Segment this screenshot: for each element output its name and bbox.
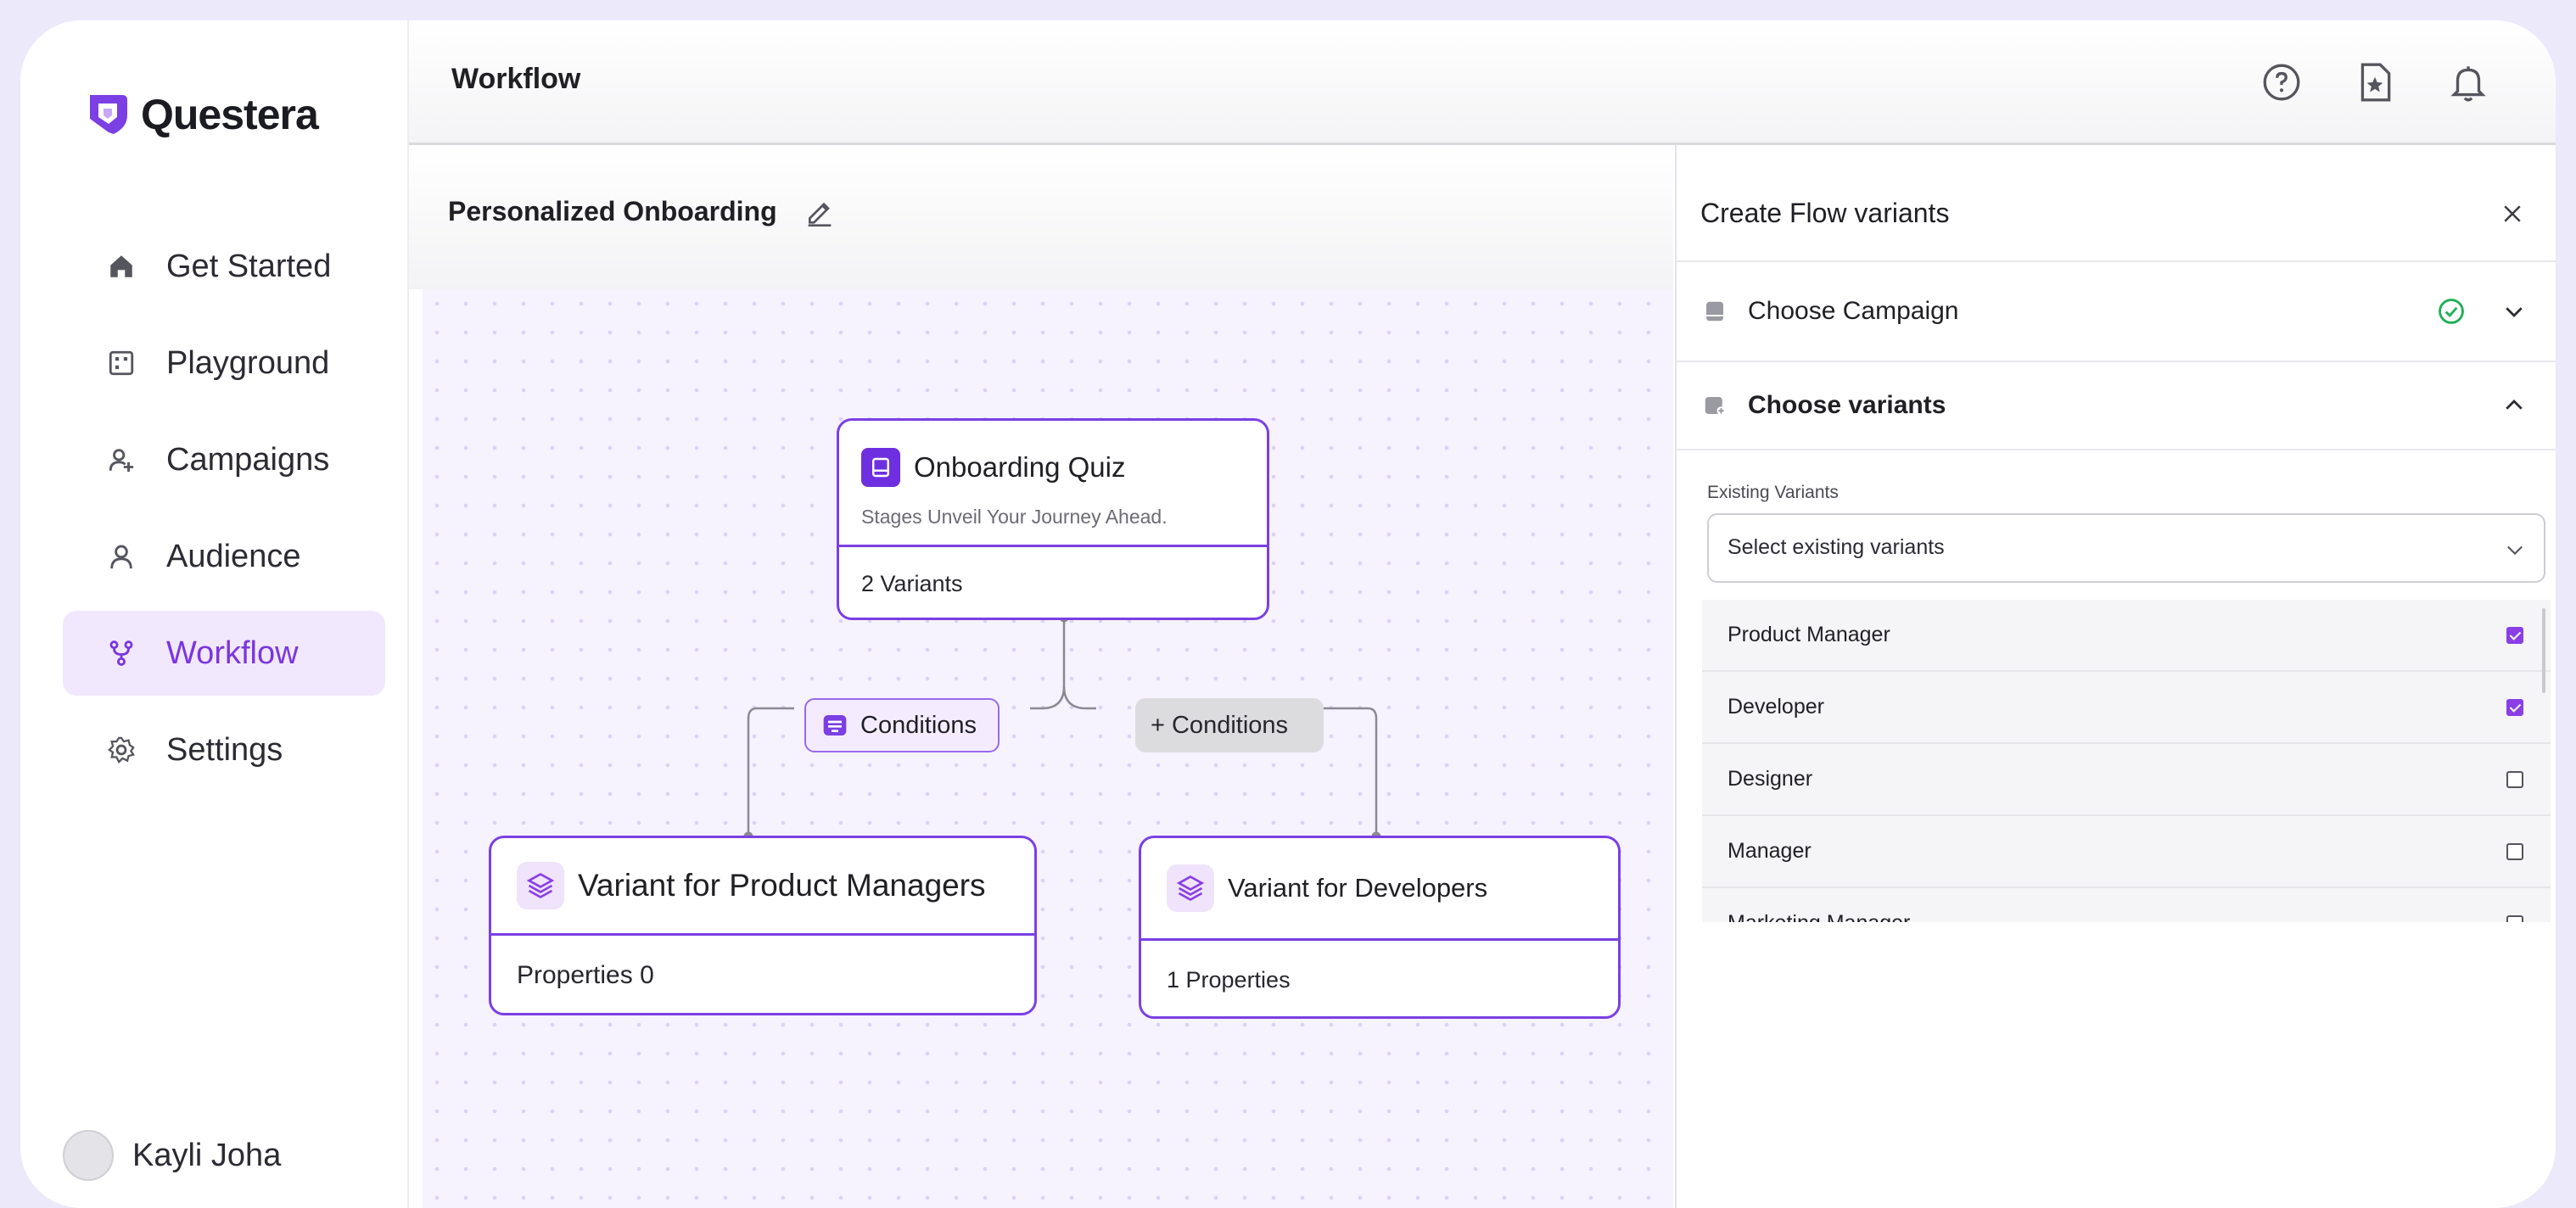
variant-option-product-manager[interactable]: Product Manager [1702,600,2551,672]
checkbox[interactable] [2506,914,2523,922]
sidebar-item-label: Audience [166,538,301,574]
sidebar-item-playground[interactable]: Playground [63,321,385,405]
node-properties: 1 Properties [1141,938,1618,1016]
workflow-icon [109,640,133,666]
app-window: Questera Get Started Playground Campaign… [20,20,2556,1208]
flow-title: Personalized Onboarding [448,196,777,226]
chevron-down-icon [2507,545,2523,556]
quiz-icon [861,448,900,487]
user-profile[interactable]: Kayli Joha [63,1130,281,1181]
sidebar-item-label: Campaigns [166,441,330,478]
select-placeholder: Select existing variants [1728,535,1945,559]
avatar [63,1130,114,1181]
variant-developers-node[interactable]: Variant for Developers 1 Properties [1139,836,1621,1019]
node-title: Variant for Developers [1228,873,1488,903]
document-star-icon[interactable] [2354,61,2396,103]
variant-option-developer[interactable]: Developer [1702,672,2551,744]
sidebar-item-label: Get Started [166,248,332,284]
app-name: Questera [141,91,319,138]
chevron-down-icon[interactable] [2501,299,2527,324]
bell-icon[interactable] [2447,61,2489,103]
conditions-button[interactable]: Conditions [804,698,1000,752]
section-label: Choose Campaign [1748,297,1959,325]
checkbox[interactable] [2506,698,2523,716]
node-properties: Properties 0 [491,933,1034,1013]
grid-icon [109,350,134,376]
option-label: Developer [1728,695,1824,719]
campaign-icon [1706,301,1723,322]
existing-variants-label: Existing Variants [1707,483,1839,502]
edit-icon[interactable] [803,194,837,228]
add-conditions-button[interactable]: + Conditions [1135,698,1324,752]
checkbox[interactable] [2506,842,2523,860]
sidebar-item-label: Playground [166,344,330,381]
sidebar-item-audience[interactable]: Audience [63,514,385,599]
section-label: Choose variants [1748,391,1946,419]
existing-variants-select[interactable]: Select existing variants [1707,513,2545,583]
sidebar-item-label: Workflow [166,635,299,671]
choose-variants-section[interactable]: Choose variants [1677,361,2556,450]
page-title: Workflow [451,63,581,95]
variant-options-list[interactable]: Product Manager Developer Designer Manag… [1702,600,2551,922]
node-title: Onboarding Quiz [914,451,1126,483]
sidebar-item-workflow[interactable]: Workflow [63,611,385,696]
checkbox[interactable] [2506,626,2523,644]
flow-header: Personalized Onboarding [409,145,1673,289]
sidebar-item-label: Settings [166,731,283,768]
gear-icon [108,736,136,764]
sidebar: Questera Get Started Playground Campaign… [20,20,409,1208]
option-label: Product Manager [1728,623,1890,646]
node-subtitle: Stages Unveil Your Journey Ahead. [861,506,1168,528]
logo[interactable]: Questera [88,90,319,139]
user-icon [110,545,132,569]
sidebar-item-settings[interactable]: Settings [63,707,385,792]
variant-product-managers-node[interactable]: Variant for Product Managers Properties … [489,836,1037,1015]
sidebar-item-get-started[interactable]: Get Started [63,224,385,309]
conditions-icon [823,715,847,735]
questera-logo-icon [90,95,127,134]
close-icon[interactable] [2500,201,2525,226]
home-icon [110,255,132,277]
variant-option-marketing-manager[interactable]: Marketing Manager [1702,888,2551,922]
add-conditions-label: + Conditions [1151,711,1289,739]
sidebar-nav: Get Started Playground Campaigns Audienc… [63,224,385,804]
variant-option-manager[interactable]: Manager [1702,816,2551,888]
variants-icon [1705,397,1726,416]
choose-campaign-section[interactable]: Choose Campaign [1677,260,2556,361]
user-plus-icon [109,449,134,473]
conditions-label: Conditions [860,711,977,739]
node-title: Variant for Product Managers [578,868,986,903]
workflow-canvas-area: Personalized Onboarding Onboarding Quiz … [409,145,1673,1208]
layers-icon [517,862,564,909]
header-actions [2260,61,2489,103]
list-scrollbar[interactable] [2542,608,2545,693]
top-bar: Workflow [409,20,2556,145]
option-label: Marketing Manager [1728,911,1910,922]
option-label: Manager [1728,839,1812,863]
option-label: Designer [1728,767,1813,791]
check-circle-icon [2439,299,2464,324]
node-variant-count: 2 Variants [839,545,1267,618]
checkbox[interactable] [2506,770,2523,788]
sidebar-item-campaigns[interactable]: Campaigns [63,417,385,502]
chevron-up-icon[interactable] [2501,393,2527,418]
create-flow-variants-panel: Create Flow variants Choose Campaign Cho… [1675,145,2556,1208]
user-name: Kayli Joha [132,1137,282,1173]
panel-title: Create Flow variants [1700,198,1950,228]
help-icon[interactable] [2260,61,2303,103]
layers-icon [1167,864,1214,912]
onboarding-quiz-node[interactable]: Onboarding Quiz Stages Unveil Your Journ… [837,418,1269,620]
variant-option-designer[interactable]: Designer [1702,744,2551,816]
